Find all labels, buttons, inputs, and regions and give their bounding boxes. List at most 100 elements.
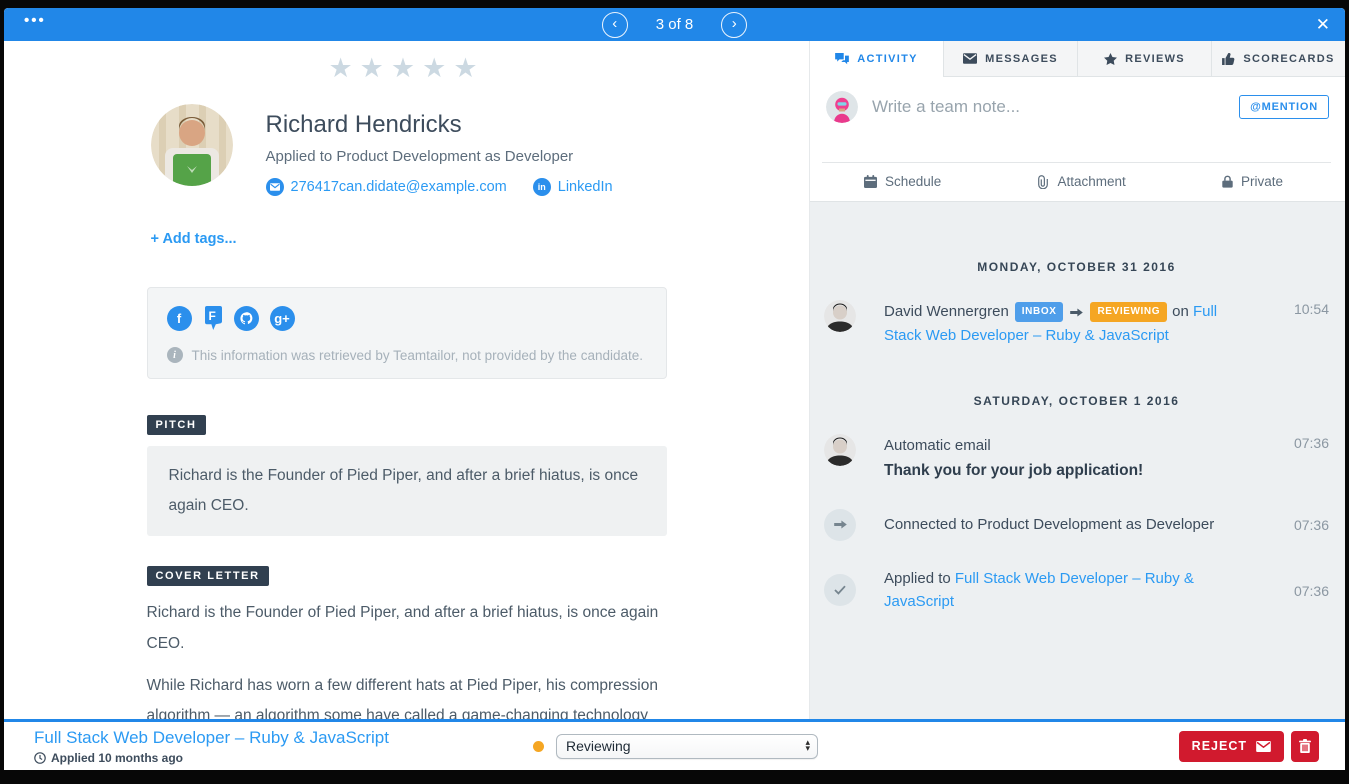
star-icon[interactable]: ★ [453,53,484,83]
email-entry-subject[interactable]: Thank you for your job application! [884,459,1257,483]
candidate-avatar [151,104,233,186]
stage-select-value: Reviewing [566,738,631,754]
team-note-input[interactable] [872,97,1225,117]
info-icon: i [167,347,183,363]
schedule-button[interactable]: Schedule [864,174,941,189]
panel-tabs: ACTIVITY MESSAGES REVIEWS [810,41,1345,77]
pitch-section-label: PITCH [147,415,206,435]
cover-letter-text: Richard is the Founder of Pied Piper, an… [147,598,667,719]
feed-entry-stage-change: David WennergrenINBOXREVIEWINGon Full St… [824,300,1329,348]
job-status-footer: Full Stack Web Developer – Ruby & JavaSc… [4,719,1345,770]
rating-stars[interactable]: ★★★★★ [147,53,667,84]
select-arrows-icon: ▴ ▾ [805,740,810,751]
email-text: 276417can.didate@example.com [291,179,507,195]
entry-time: 07:36 [1285,434,1329,483]
linkedin-icon: in [533,178,551,196]
google-plus-icon[interactable]: g+ [270,306,295,331]
tab-messages[interactable]: MESSAGES [943,41,1077,77]
lock-icon [1222,175,1233,188]
footer-job-link[interactable]: Full Stack Web Developer – Ruby & JavaSc… [34,728,389,748]
star-icon[interactable]: ★ [328,53,359,83]
overflow-menu-icon[interactable]: ••• [24,12,46,29]
github-icon[interactable] [234,306,259,331]
entry-text: Connected to Product Development as Deve… [884,513,1257,536]
next-candidate-button[interactable]: › [721,12,747,38]
star-icon[interactable]: ★ [360,53,391,83]
previous-candidate-button[interactable]: ‹ [602,12,628,38]
facebook-icon[interactable]: f [167,306,192,331]
tab-reviews[interactable]: REVIEWS [1077,41,1211,77]
entry-text-prefix: Applied to [884,570,955,587]
foursquare-glyph: F [209,309,216,323]
private-toggle-button[interactable]: Private [1222,174,1283,189]
star-icon[interactable]: ★ [422,53,453,83]
attachment-button[interactable]: Attachment [1037,174,1125,189]
actor-avatar [824,434,856,466]
current-user-avatar [826,91,858,123]
add-tags-button[interactable]: + Add tags... [147,231,667,247]
actor-name: David Wennergren [884,303,1009,320]
activity-feed: MONDAY, OCTOBER 31 2016 [810,201,1345,719]
clock-icon [34,752,46,764]
chat-bubbles-icon [835,53,849,65]
private-label: Private [1241,174,1283,189]
chevron-right-icon: › [732,16,737,31]
social-profiles-box: f F g+ i This [147,287,667,379]
social-disclaimer: i This information was retrieved by Team… [167,347,647,363]
entry-time: 07:36 [1285,516,1329,533]
reject-label: REJECT [1192,739,1247,753]
star-icon[interactable]: ★ [391,53,422,83]
arrow-right-icon [824,509,856,541]
email-entry-title: Automatic email [884,434,1257,457]
entry-time: 07:36 [1285,582,1329,599]
email-link[interactable]: 276417can.didate@example.com [266,178,507,196]
reject-button[interactable]: REJECT [1179,731,1284,762]
check-icon [824,574,856,606]
cover-letter-paragraph: Richard is the Founder of Pied Piper, an… [147,598,667,658]
thumbs-up-icon [1222,53,1235,65]
star-icon [1104,53,1117,65]
delete-button[interactable] [1291,731,1319,762]
stage-badge-inbox: INBOX [1015,302,1064,323]
select-down-arrow: ▾ [805,746,810,752]
entry-text: Automatic email Thank you for your job a… [884,434,1257,483]
envelope-icon [963,53,977,64]
tab-label: ACTIVITY [857,53,918,65]
stage-status-control: Reviewing ▴ ▾ [533,734,818,759]
schedule-label: Schedule [885,174,941,189]
feed-date-header: SATURDAY, OCTOBER 1 2016 [824,394,1329,408]
close-icon: ✕ [1316,15,1330,34]
feed-date-header: MONDAY, OCTOBER 31 2016 [824,202,1329,274]
tab-scorecards[interactable]: SCORECARDS [1211,41,1345,77]
footer-applied: Applied 10 months ago [34,751,389,765]
feed-entry-connected: Connected to Product Development as Deve… [824,509,1329,541]
candidate-name: Richard Hendricks [266,111,613,139]
tab-label: REVIEWS [1125,53,1185,65]
note-composer: @MENTION Schedule Attachment [810,77,1345,201]
stage-select[interactable]: Reviewing ▴ ▾ [556,734,818,759]
profile-identity: Richard Hendricks Applied to Product Dev… [266,104,613,196]
calendar-icon [864,175,877,188]
social-icons-row: f F g+ [167,305,647,331]
cover-letter-section-label: COVER LETTER [147,566,269,586]
trash-icon [1299,739,1311,753]
arrow-right-icon [1070,304,1083,321]
candidate-pager: ‹ 3 of 8 › [602,12,748,38]
envelope-icon [1256,741,1271,752]
linkedin-text: LinkedIn [558,179,613,195]
attachment-label: Attachment [1057,174,1125,189]
foursquare-icon[interactable]: F [203,305,223,331]
profile-header: Richard Hendricks Applied to Product Dev… [147,104,667,196]
contact-row: 276417can.didate@example.com in LinkedIn [266,178,613,196]
close-button[interactable]: ✕ [1316,15,1330,35]
social-disclaimer-text: This information was retrieved by Teamta… [192,348,644,363]
tab-activity[interactable]: ACTIVITY [810,41,943,77]
entry-text: David WennergrenINBOXREVIEWINGon Full St… [884,300,1257,348]
stage-badge-reviewing: REVIEWING [1090,302,1167,323]
paperclip-icon [1037,175,1049,189]
pager-count: 3 of 8 [656,16,694,33]
candidate-profile-panel: ★★★★★ [4,41,809,719]
email-icon [266,178,284,196]
linkedin-link[interactable]: in LinkedIn [533,178,613,196]
mention-button[interactable]: @MENTION [1239,95,1329,119]
